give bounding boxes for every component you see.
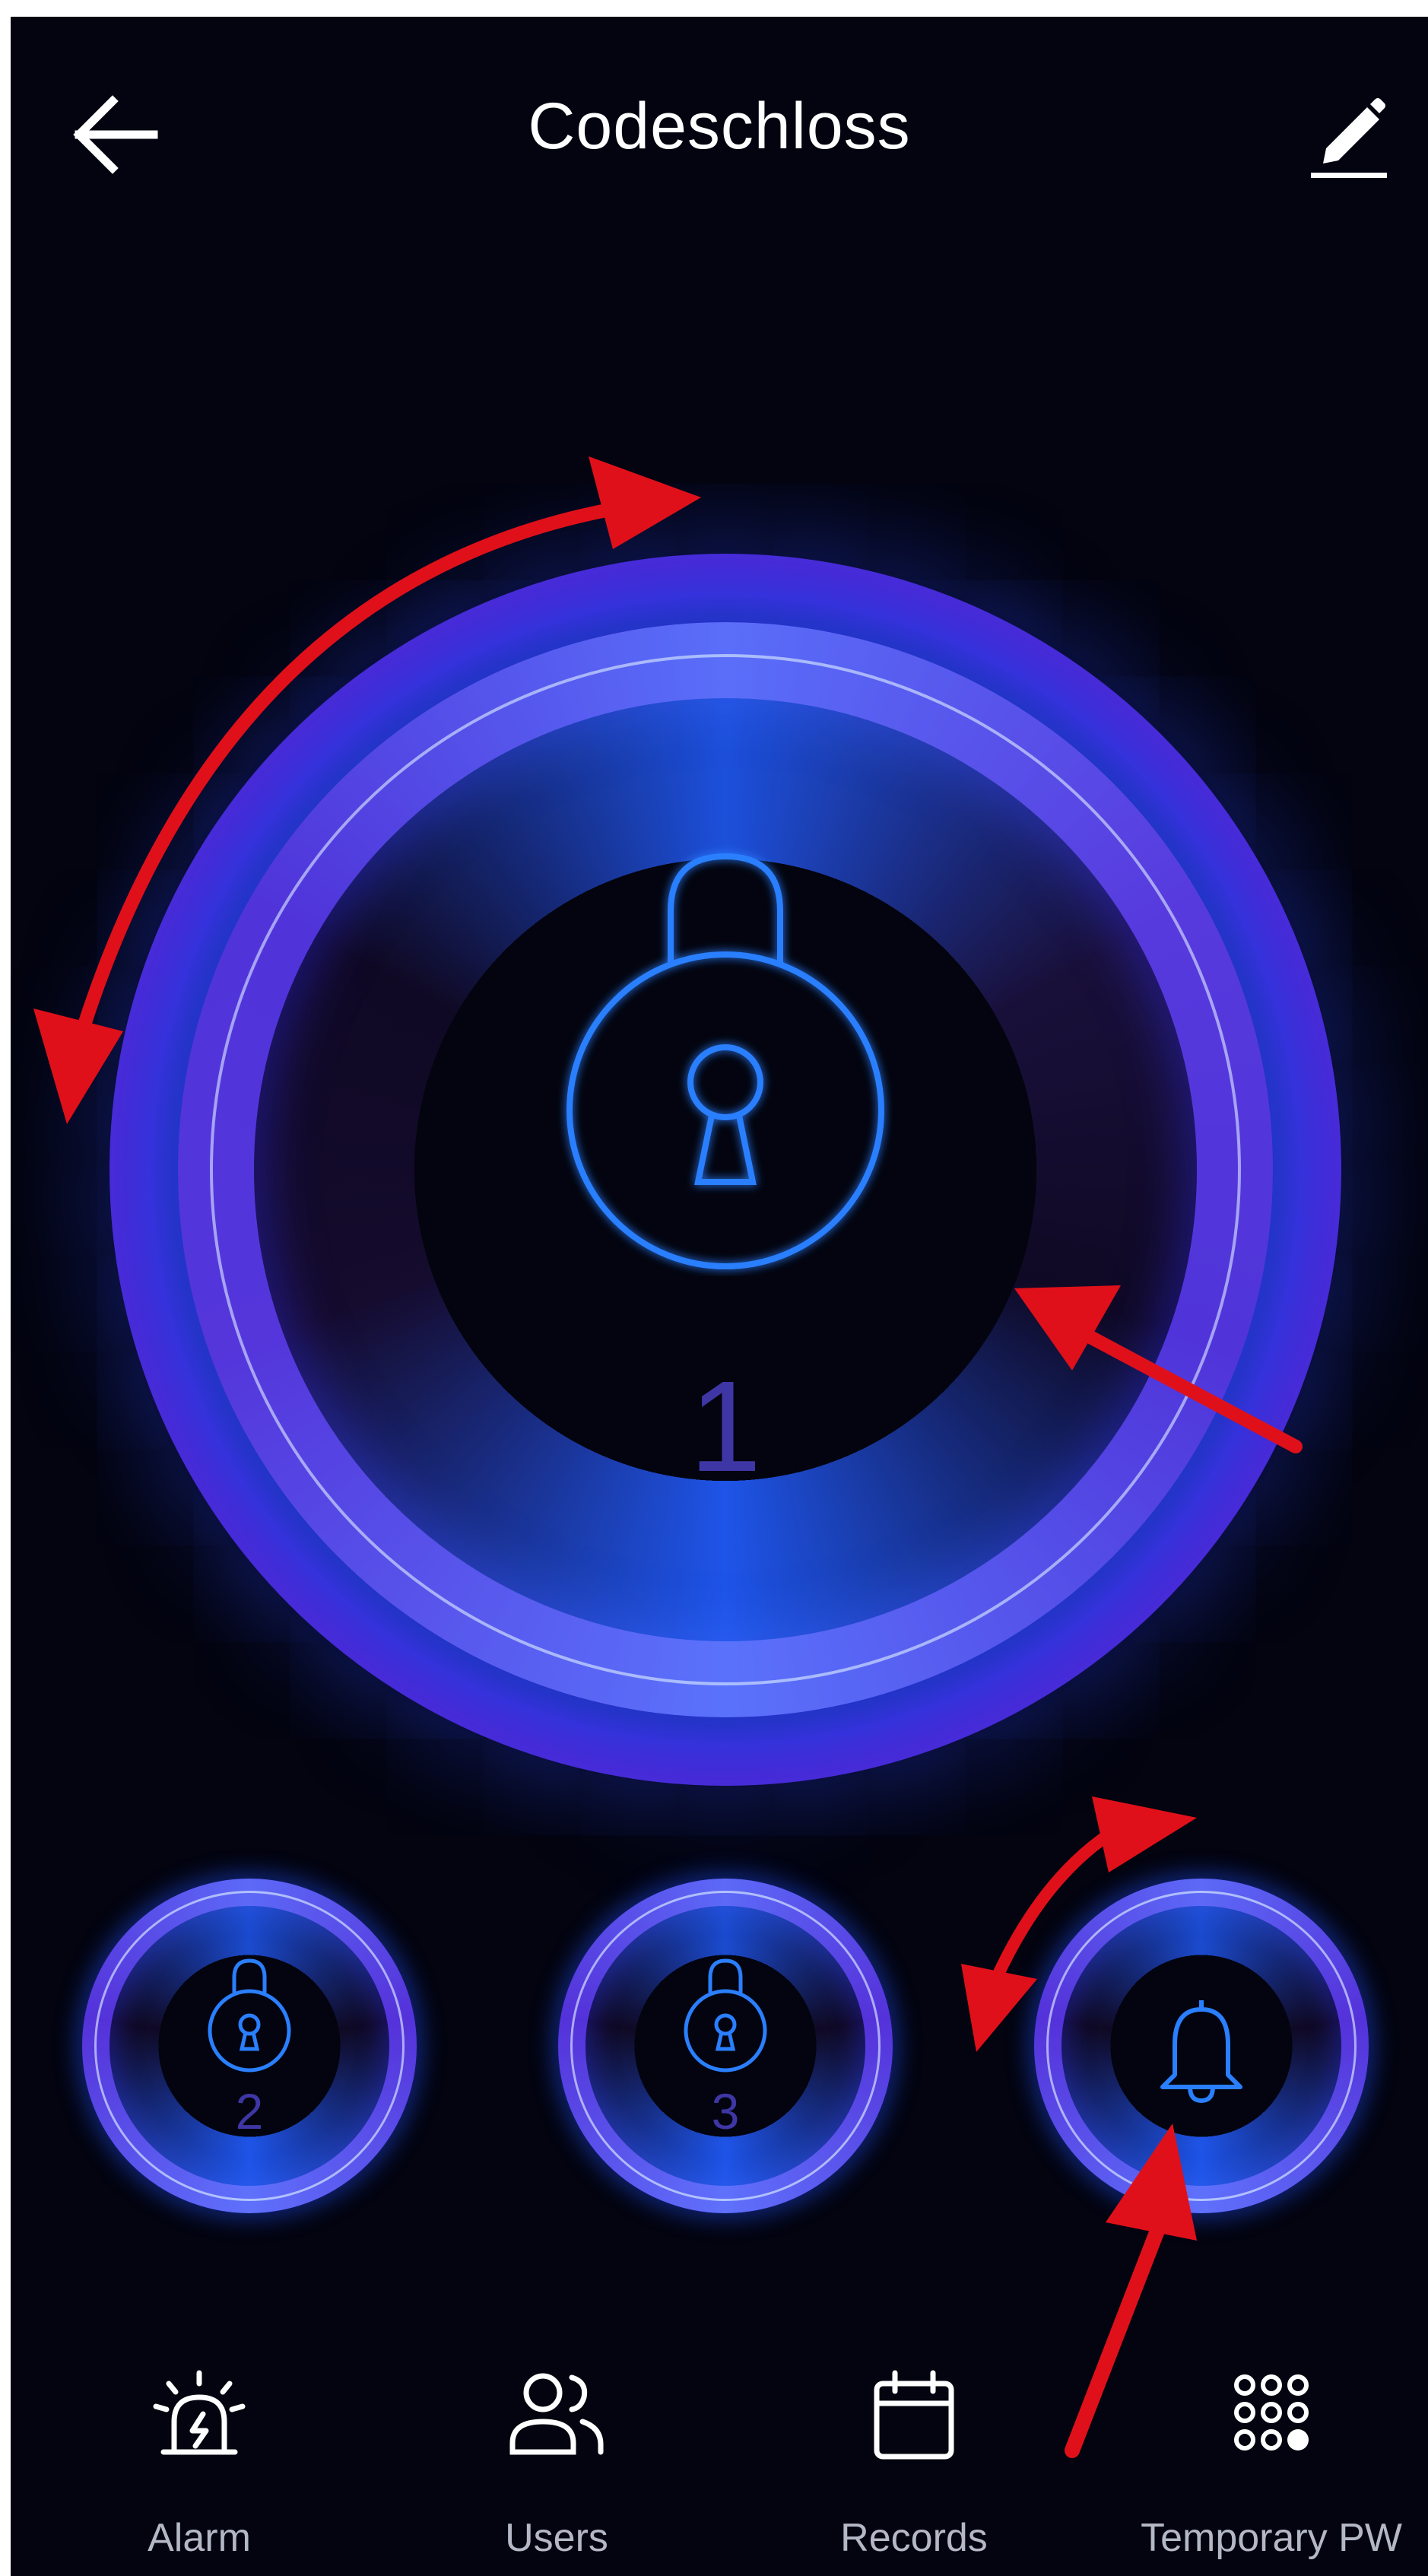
nav-users[interactable]: Users [378, 2352, 735, 2572]
nav-users-label: Users [505, 2516, 608, 2560]
arrow-head [589, 456, 701, 549]
padlock-icon [684, 1958, 767, 2073]
padlock-icon [566, 853, 884, 1269]
lock-3-number: 3 [711, 2083, 740, 2139]
nav-temporary-pw[interactable]: Temporary PW [1093, 2352, 1428, 2572]
nav-alarm-label: Alarm [148, 2516, 251, 2560]
edit-button[interactable] [1296, 81, 1402, 188]
padlock-icon [208, 1958, 291, 2073]
nav-alarm[interactable]: Alarm [21, 2352, 378, 2572]
calendar-icon [874, 2370, 954, 2460]
siren-icon [153, 2370, 246, 2455]
nav-temporary-pw-label: Temporary PW [1141, 2516, 1402, 2560]
lock-2-number: 2 [235, 2083, 264, 2139]
app-screen: Codeschloss 1 2 3 Alarm Users Records Te… [11, 17, 1428, 2576]
main-lock-number: 1 [689, 1355, 762, 1499]
main-lock-dial[interactable]: 1 [109, 554, 1341, 1786]
keypad-dots-icon [1234, 2374, 1309, 2451]
page-title: Codeschloss [528, 90, 911, 163]
nav-records[interactable]: Records [735, 2352, 1093, 2572]
bell-icon [1160, 2000, 1242, 2103]
lock-3-dial[interactable]: 3 [558, 1879, 893, 2213]
nav-records-label: Records [840, 2516, 988, 2560]
pencil-icon [1311, 98, 1387, 178]
arrow-head [1092, 1796, 1197, 1872]
lock-2-dial[interactable]: 2 [82, 1879, 417, 2213]
arrow-head [961, 1964, 1037, 2052]
users-icon [509, 2373, 604, 2455]
doorbell-dial[interactable] [1034, 1879, 1369, 2213]
